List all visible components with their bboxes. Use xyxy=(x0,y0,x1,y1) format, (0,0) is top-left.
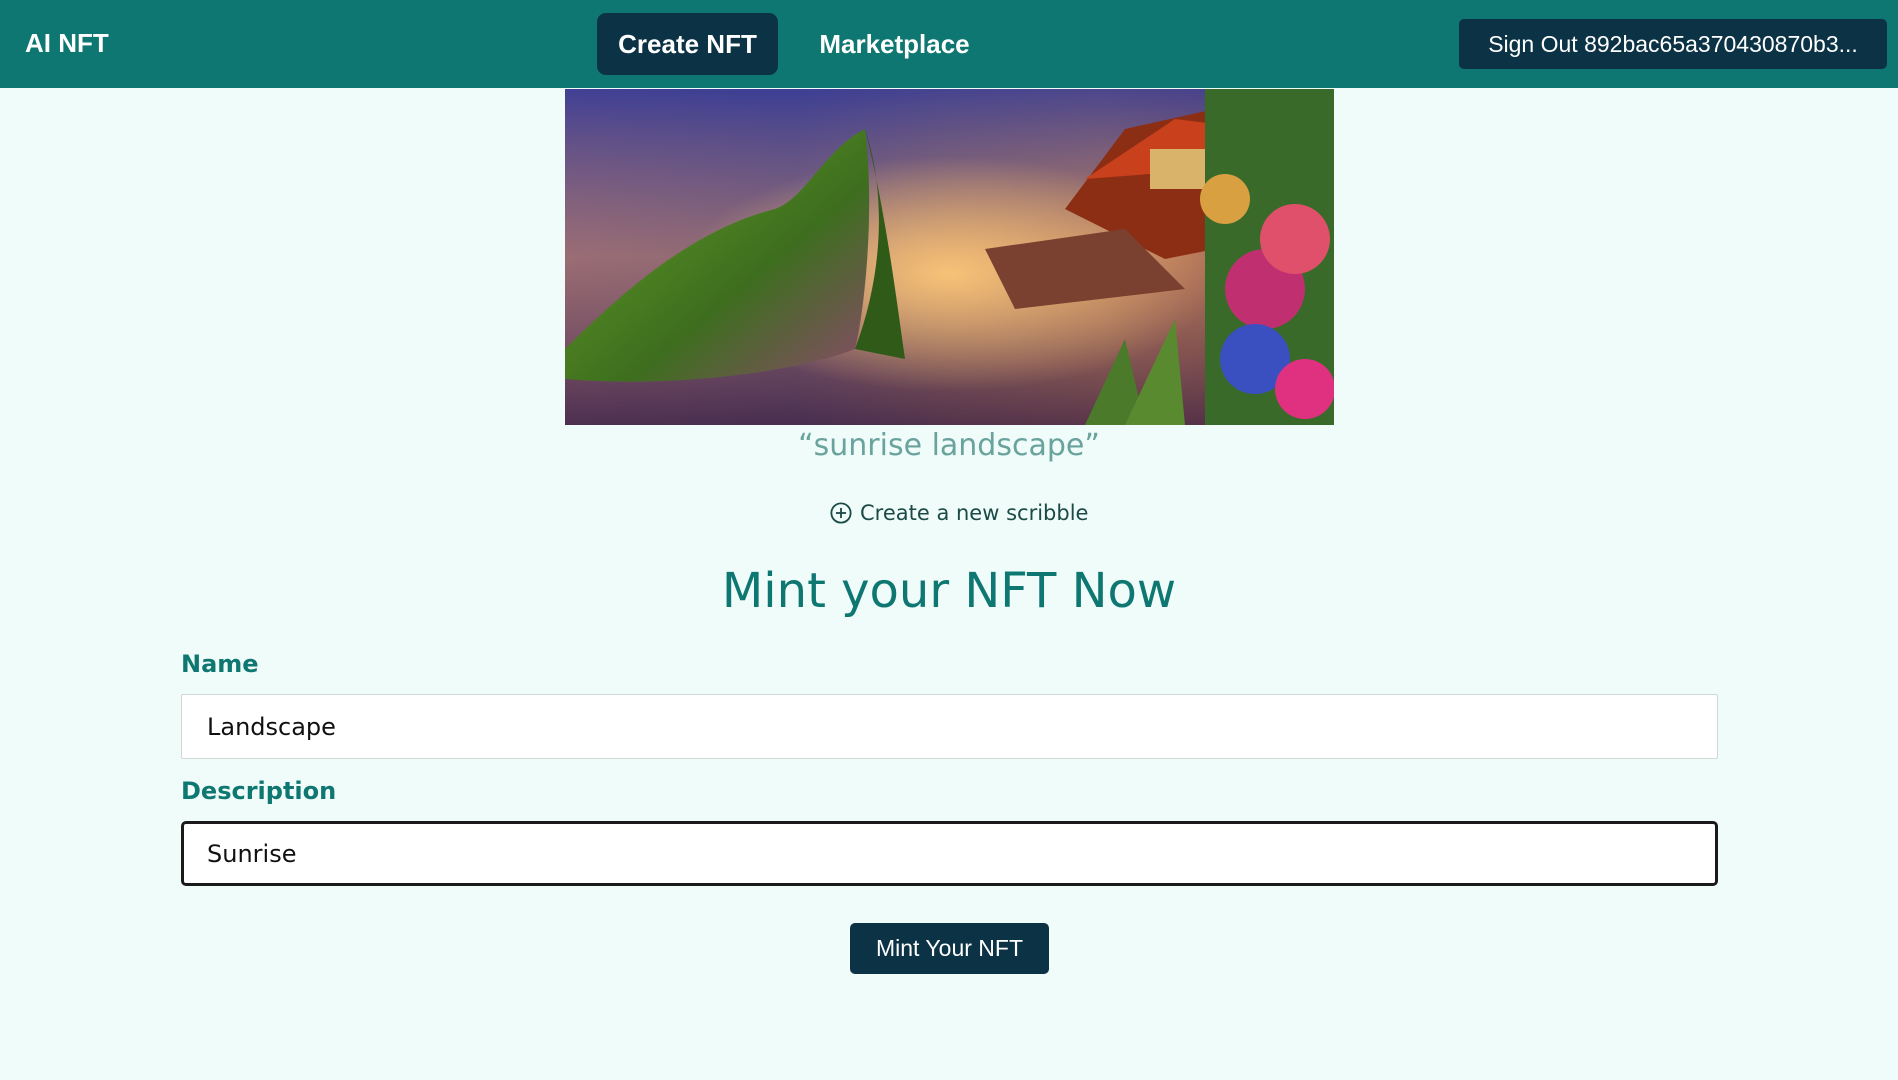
description-input[interactable] xyxy=(181,821,1718,886)
name-input[interactable] xyxy=(181,694,1718,759)
mint-heading: Mint your NFT Now xyxy=(721,563,1177,619)
mint-nft-button[interactable]: Mint Your NFT xyxy=(850,923,1049,974)
tab-create-nft[interactable]: Create NFT xyxy=(597,13,778,75)
brand-logo[interactable]: AI NFT xyxy=(25,28,109,59)
create-scribble-link[interactable]: Create a new scribble xyxy=(830,498,1088,528)
sign-out-button[interactable]: Sign Out 892bac65a370430870b3... xyxy=(1459,19,1887,69)
name-label: Name xyxy=(181,650,259,678)
description-label: Description xyxy=(181,777,337,805)
plus-circle-icon xyxy=(830,502,852,524)
create-scribble-label: Create a new scribble xyxy=(860,501,1089,525)
generated-artwork-image xyxy=(565,89,1334,425)
artwork-prompt: “sunrise landscape” xyxy=(798,428,1100,463)
tab-marketplace[interactable]: Marketplace xyxy=(803,13,986,75)
top-navbar: AI NFT Create NFT Marketplace Sign Out 8… xyxy=(0,0,1898,88)
